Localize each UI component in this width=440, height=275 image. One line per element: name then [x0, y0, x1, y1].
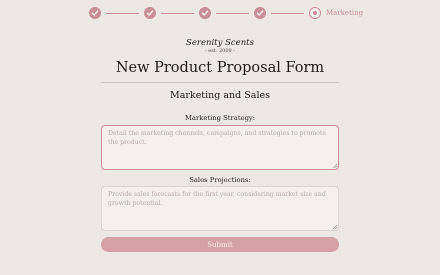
check-icon: [146, 10, 154, 16]
section-heading: Marketing and Sales: [170, 90, 270, 101]
step-connector: [161, 12, 194, 14]
check-icon: [201, 10, 209, 16]
marketing-strategy-input[interactable]: [101, 125, 339, 170]
marketing-strategy-label: Marketing Strategy:: [184, 114, 256, 122]
step-connector: [216, 12, 249, 14]
resize-handle-icon[interactable]: [332, 163, 337, 168]
page-title: New Product Proposal Form: [115, 60, 325, 76]
step-4-complete[interactable]: [254, 7, 266, 19]
step-3-complete[interactable]: [199, 7, 211, 19]
current-step-label: Marketing: [326, 9, 364, 17]
established-tagline: - est. 2009 -: [205, 48, 235, 54]
title-divider: [101, 82, 339, 83]
progress-stepper: Marketing: [89, 7, 363, 19]
proposal-form-page: Marketing Serenity Scents - est. 2009 - …: [0, 0, 440, 275]
step-connector: [106, 12, 139, 14]
step-1-complete[interactable]: [89, 7, 101, 19]
check-icon: [91, 10, 99, 16]
step-connector: [271, 12, 304, 14]
sales-projections-label: Sales Projections:: [189, 176, 251, 184]
sales-projections-input[interactable]: [101, 186, 339, 231]
step-2-complete[interactable]: [144, 7, 156, 19]
resize-handle-icon[interactable]: [332, 224, 337, 229]
check-icon: [256, 10, 264, 16]
submit-button[interactable]: Submit: [101, 237, 339, 252]
brand-name: Serenity Scents: [186, 38, 254, 48]
current-step-indicator[interactable]: [309, 7, 321, 19]
